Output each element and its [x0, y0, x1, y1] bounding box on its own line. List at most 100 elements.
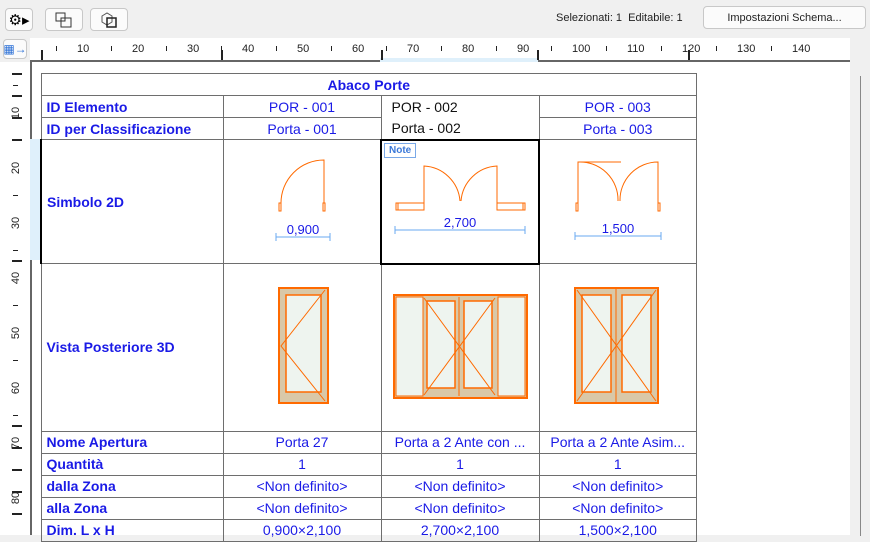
column-marker[interactable] — [537, 50, 539, 60]
row-marker[interactable] — [12, 469, 22, 471]
table-arrow-icon: ▦→ — [3, 42, 27, 56]
ruler-label: 60 — [10, 381, 23, 395]
ruler-tick — [661, 46, 662, 51]
ruler-label: 80 — [462, 43, 475, 55]
schema-settings-button[interactable]: Impostazioni Schema... — [703, 6, 866, 29]
cell[interactable]: 2,700×2,100 — [380, 518, 540, 542]
symbol-2d-cell[interactable]: 0,900 — [222, 139, 382, 264]
cell[interactable]: Porta - 001 — [222, 117, 382, 140]
row-label: Dim. L x H — [40, 518, 224, 542]
ruler-tick — [496, 46, 497, 51]
cell-edit[interactable]: POR - 002 — [380, 95, 540, 118]
ruler-label: 40 — [242, 43, 255, 55]
cell[interactable]: <Non definito> — [380, 496, 540, 520]
3d-view-cell — [538, 263, 697, 432]
cell[interactable]: <Non definito> — [380, 474, 540, 498]
ruler-label: 60 — [352, 43, 365, 55]
ruler-label: 80 — [10, 491, 23, 505]
ruler-label: 130 — [737, 43, 756, 55]
cell[interactable]: Porta a 2 Ante Asim... — [538, 430, 697, 454]
horizontal-ruler: 10 20 30 40 50 60 70 80 90 100 110 120 130 140 — [30, 38, 850, 62]
cell[interactable]: <Non definito> — [538, 496, 697, 520]
ruler-tick — [771, 46, 772, 51]
cell[interactable]: <Non definito> — [222, 474, 382, 498]
ruler-tick — [441, 46, 442, 51]
row-label: Simbolo 2D — [40, 139, 224, 264]
ruler-tick — [13, 305, 18, 306]
row-label: Vista Posteriore 3D — [40, 263, 224, 432]
ruler-label: 30 — [187, 43, 200, 55]
vertical-ruler: 10 20 30 40 50 60 70 80 — [0, 62, 40, 535]
ruler-tick — [13, 360, 18, 361]
symbol-2d-cell[interactable]: 1,500 — [538, 139, 697, 264]
ruler-label: 10 — [77, 43, 90, 55]
door-plan-icon: 2,700 — [394, 164, 526, 234]
ruler-tick — [331, 46, 332, 51]
ruler-label: 110 — [627, 43, 645, 55]
gear-icon: ⚙▸ — [8, 11, 30, 29]
ruler-label: 50 — [10, 326, 23, 340]
ruler-tick — [716, 46, 717, 51]
frame-select-icon — [55, 12, 72, 27]
cell[interactable]: Porta - 003 — [538, 117, 697, 140]
cell[interactable]: 0,900×2,100 — [222, 518, 382, 542]
ruler-label: 90 — [517, 43, 530, 55]
cell[interactable]: <Non definito> — [222, 496, 382, 520]
cell[interactable]: <Non definito> — [538, 474, 697, 498]
ruler-label: 140 — [792, 43, 811, 55]
ruler-label: 20 — [10, 161, 23, 175]
ruler-tick — [606, 46, 607, 51]
svg-text:0,900: 0,900 — [286, 222, 319, 237]
ruler-label: 70 — [407, 43, 420, 55]
row-marker[interactable] — [12, 425, 22, 427]
row-label: alla Zona — [40, 496, 224, 520]
3d-view-cell — [222, 263, 382, 432]
cell-edit[interactable]: Porta - 002 — [380, 117, 540, 140]
ruler-tick — [13, 250, 18, 251]
ruler-tick — [13, 85, 18, 86]
cell[interactable]: 1 — [380, 452, 540, 476]
row-marker[interactable] — [12, 139, 22, 141]
settings-gear-button[interactable]: ⚙▸ — [5, 8, 33, 31]
cell[interactable]: 1 — [538, 452, 697, 476]
column-marker[interactable] — [41, 50, 43, 60]
column-marker[interactable] — [688, 50, 690, 60]
note-tag: Note — [384, 142, 417, 158]
3d-select-button[interactable] — [90, 8, 128, 31]
door-elevation-icon — [393, 293, 528, 399]
selection-status: Selezionati: 1 Editabile: 1 — [556, 12, 683, 24]
row-marker[interactable] — [12, 73, 22, 75]
column-marker[interactable] — [381, 50, 383, 60]
ruler-label: 100 — [572, 43, 591, 55]
ruler-tick — [166, 46, 167, 51]
symbol-2d-cell-selected[interactable]: Note 2,700 — [380, 138, 540, 265]
door-elevation-icon — [278, 287, 329, 405]
ruler-label: 30 — [10, 216, 23, 230]
cell[interactable]: Porta a 2 Ante con ... — [380, 430, 540, 454]
ruler-tick — [386, 46, 387, 51]
cell[interactable]: 1 — [222, 452, 382, 476]
row-marker[interactable] — [12, 260, 22, 262]
ruler-label: 40 — [10, 271, 23, 285]
cell[interactable]: POR - 003 — [538, 95, 697, 118]
row-label: Nome Apertura — [40, 430, 224, 454]
row-marker[interactable] — [12, 95, 22, 97]
row-marker[interactable] — [12, 117, 22, 119]
row-marker[interactable] — [12, 491, 22, 493]
cell[interactable]: POR - 001 — [222, 95, 382, 118]
ruler-tick — [111, 46, 112, 51]
table-orientation-button[interactable]: ▦→ — [3, 39, 27, 59]
cell[interactable]: 1,500×2,100 — [538, 518, 697, 542]
door-schedule-table: Abaco Porte ID Elemento POR - 001 POR - … — [40, 73, 697, 542]
row-marker[interactable] — [12, 513, 22, 515]
door-plan-icon: 0,900 — [275, 158, 331, 241]
select-frame-button[interactable] — [45, 8, 83, 31]
ruler-label: 50 — [297, 43, 310, 55]
column-marker[interactable] — [221, 50, 223, 60]
door-plan-icon: 1,500 — [574, 160, 662, 240]
cell[interactable]: Porta 27 — [222, 430, 382, 454]
row-label: dalla Zona — [40, 474, 224, 498]
vertical-scrollbar[interactable] — [850, 38, 870, 536]
row-marker[interactable] — [12, 447, 22, 449]
ruler-tick — [56, 46, 57, 51]
